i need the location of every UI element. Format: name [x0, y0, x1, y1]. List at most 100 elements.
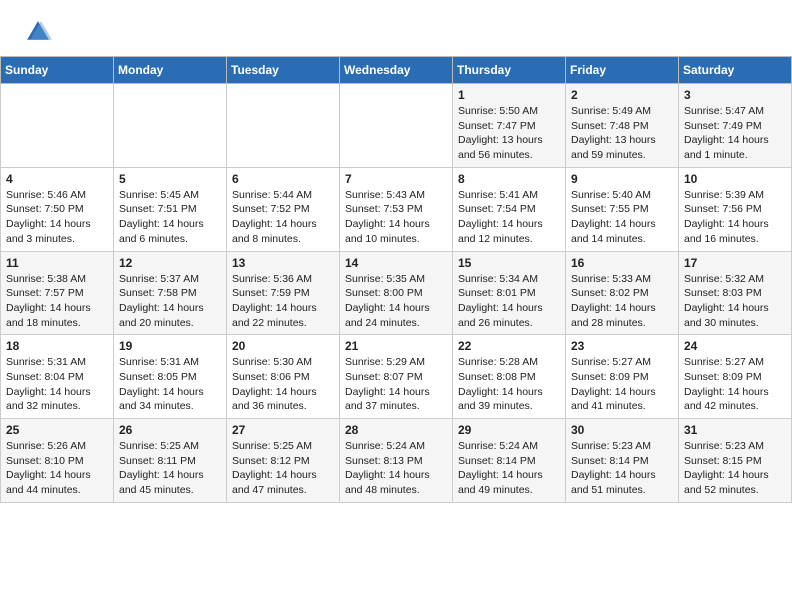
day-number: 29 — [458, 423, 560, 437]
calendar-cell: 22 Sunrise: 5:28 AM Sunset: 8:08 PM Dayli… — [453, 335, 566, 419]
day-info: Sunrise: 5:23 AM Sunset: 8:14 PM Dayligh… — [571, 439, 673, 498]
calendar-week-row: 11Sunrise: 5:38 AM Sunset: 7:57 PM Dayli… — [1, 251, 792, 335]
calendar-cell: 1 Sunrise: 5:50 AM Sunset: 7:47 PM Daylig… — [453, 84, 566, 168]
day-number: 9 — [571, 172, 673, 186]
day-info: Sunrise: 5:31 AM Sunset: 8:04 PM Dayligh… — [6, 355, 108, 414]
day-info: Sunrise: 5:25 AM Sunset: 8:12 PM Dayligh… — [232, 439, 334, 498]
calendar-cell: 16 Sunrise: 5:33 AM Sunset: 8:02 PM Dayli… — [566, 251, 679, 335]
weekday-header: Friday — [566, 57, 679, 84]
weekday-header: Saturday — [679, 57, 792, 84]
day-number: 19 — [119, 339, 221, 353]
day-number: 18 — [6, 339, 108, 353]
logo-icon — [24, 18, 52, 46]
day-info: Sunrise: 5:40 AM Sunset: 7:55 PM Dayligh… — [571, 188, 673, 247]
day-number: 4 — [6, 172, 108, 186]
day-number: 30 — [571, 423, 673, 437]
day-info: Sunrise: 5:38 AM Sunset: 7:57 PM Dayligh… — [6, 272, 108, 331]
day-info: Sunrise: 5:27 AM Sunset: 8:09 PM Dayligh… — [571, 355, 673, 414]
day-number: 3 — [684, 88, 786, 102]
page-header — [0, 0, 792, 56]
day-number: 16 — [571, 256, 673, 270]
day-number: 24 — [684, 339, 786, 353]
weekday-header: Wednesday — [340, 57, 453, 84]
calendar-cell: 23 Sunrise: 5:27 AM Sunset: 8:09 PM Dayli… — [566, 335, 679, 419]
calendar-cell: 31 Sunrise: 5:23 AM Sunset: 8:15 PM Dayli… — [679, 419, 792, 503]
calendar-cell: 11Sunrise: 5:38 AM Sunset: 7:57 PM Dayli… — [1, 251, 114, 335]
calendar-cell — [227, 84, 340, 168]
day-info: Sunrise: 5:44 AM Sunset: 7:52 PM Dayligh… — [232, 188, 334, 247]
day-info: Sunrise: 5:41 AM Sunset: 7:54 PM Dayligh… — [458, 188, 560, 247]
calendar-cell: 14Sunrise: 5:35 AM Sunset: 8:00 PM Dayli… — [340, 251, 453, 335]
day-info: Sunrise: 5:24 AM Sunset: 8:13 PM Dayligh… — [345, 439, 447, 498]
calendar-week-row: 25 Sunrise: 5:26 AM Sunset: 8:10 PM Dayli… — [1, 419, 792, 503]
calendar-table: SundayMondayTuesdayWednesdayThursdayFrid… — [0, 56, 792, 503]
day-number: 6 — [232, 172, 334, 186]
day-info: Sunrise: 5:27 AM Sunset: 8:09 PM Dayligh… — [684, 355, 786, 414]
weekday-header-row: SundayMondayTuesdayWednesdayThursdayFrid… — [1, 57, 792, 84]
day-number: 25 — [6, 423, 108, 437]
day-number: 14 — [345, 256, 447, 270]
day-info: Sunrise: 5:33 AM Sunset: 8:02 PM Dayligh… — [571, 272, 673, 331]
day-number: 2 — [571, 88, 673, 102]
calendar-cell: 25 Sunrise: 5:26 AM Sunset: 8:10 PM Dayli… — [1, 419, 114, 503]
calendar-cell: 28 Sunrise: 5:24 AM Sunset: 8:13 PM Dayli… — [340, 419, 453, 503]
calendar-cell: 3 Sunrise: 5:47 AM Sunset: 7:49 PM Daylig… — [679, 84, 792, 168]
day-number: 23 — [571, 339, 673, 353]
weekday-header: Monday — [114, 57, 227, 84]
calendar-cell: 5 Sunrise: 5:45 AM Sunset: 7:51 PM Daylig… — [114, 167, 227, 251]
day-number: 12 — [119, 256, 221, 270]
day-info: Sunrise: 5:39 AM Sunset: 7:56 PM Dayligh… — [684, 188, 786, 247]
day-info: Sunrise: 5:25 AM Sunset: 8:11 PM Dayligh… — [119, 439, 221, 498]
day-number: 28 — [345, 423, 447, 437]
day-info: Sunrise: 5:31 AM Sunset: 8:05 PM Dayligh… — [119, 355, 221, 414]
day-info: Sunrise: 5:26 AM Sunset: 8:10 PM Dayligh… — [6, 439, 108, 498]
day-info: Sunrise: 5:50 AM Sunset: 7:47 PM Dayligh… — [458, 104, 560, 163]
calendar-cell: 7Sunrise: 5:43 AM Sunset: 7:53 PM Daylig… — [340, 167, 453, 251]
day-info: Sunrise: 5:32 AM Sunset: 8:03 PM Dayligh… — [684, 272, 786, 331]
day-info: Sunrise: 5:37 AM Sunset: 7:58 PM Dayligh… — [119, 272, 221, 331]
day-info: Sunrise: 5:28 AM Sunset: 8:08 PM Dayligh… — [458, 355, 560, 414]
calendar-cell: 17 Sunrise: 5:32 AM Sunset: 8:03 PM Dayli… — [679, 251, 792, 335]
day-number: 27 — [232, 423, 334, 437]
day-number: 5 — [119, 172, 221, 186]
calendar-cell: 21Sunrise: 5:29 AM Sunset: 8:07 PM Dayli… — [340, 335, 453, 419]
calendar-cell: 13Sunrise: 5:36 AM Sunset: 7:59 PM Dayli… — [227, 251, 340, 335]
day-info: Sunrise: 5:24 AM Sunset: 8:14 PM Dayligh… — [458, 439, 560, 498]
day-info: Sunrise: 5:34 AM Sunset: 8:01 PM Dayligh… — [458, 272, 560, 331]
day-number: 31 — [684, 423, 786, 437]
calendar-cell: 20Sunrise: 5:30 AM Sunset: 8:06 PM Dayli… — [227, 335, 340, 419]
day-number: 15 — [458, 256, 560, 270]
day-info: Sunrise: 5:29 AM Sunset: 8:07 PM Dayligh… — [345, 355, 447, 414]
calendar-cell: 30 Sunrise: 5:23 AM Sunset: 8:14 PM Dayli… — [566, 419, 679, 503]
calendar-cell: 8Sunrise: 5:41 AM Sunset: 7:54 PM Daylig… — [453, 167, 566, 251]
calendar-cell: 4 Sunrise: 5:46 AM Sunset: 7:50 PM Daylig… — [1, 167, 114, 251]
day-info: Sunrise: 5:43 AM Sunset: 7:53 PM Dayligh… — [345, 188, 447, 247]
day-info: Sunrise: 5:49 AM Sunset: 7:48 PM Dayligh… — [571, 104, 673, 163]
calendar-cell: 27 Sunrise: 5:25 AM Sunset: 8:12 PM Dayli… — [227, 419, 340, 503]
day-info: Sunrise: 5:46 AM Sunset: 7:50 PM Dayligh… — [6, 188, 108, 247]
day-number: 20 — [232, 339, 334, 353]
calendar-cell: 10 Sunrise: 5:39 AM Sunset: 7:56 PM Dayli… — [679, 167, 792, 251]
day-number: 17 — [684, 256, 786, 270]
day-info: Sunrise: 5:45 AM Sunset: 7:51 PM Dayligh… — [119, 188, 221, 247]
calendar-cell — [114, 84, 227, 168]
calendar-cell — [1, 84, 114, 168]
day-info: Sunrise: 5:23 AM Sunset: 8:15 PM Dayligh… — [684, 439, 786, 498]
calendar-cell: 18 Sunrise: 5:31 AM Sunset: 8:04 PM Dayli… — [1, 335, 114, 419]
day-number: 1 — [458, 88, 560, 102]
day-number: 10 — [684, 172, 786, 186]
weekday-header: Tuesday — [227, 57, 340, 84]
day-number: 22 — [458, 339, 560, 353]
calendar-cell: 19 Sunrise: 5:31 AM Sunset: 8:05 PM Dayli… — [114, 335, 227, 419]
calendar-cell: 24 Sunrise: 5:27 AM Sunset: 8:09 PM Dayli… — [679, 335, 792, 419]
calendar-cell: 12 Sunrise: 5:37 AM Sunset: 7:58 PM Dayli… — [114, 251, 227, 335]
weekday-header: Sunday — [1, 57, 114, 84]
calendar-week-row: 4 Sunrise: 5:46 AM Sunset: 7:50 PM Daylig… — [1, 167, 792, 251]
calendar-cell — [340, 84, 453, 168]
calendar-cell: 26Sunrise: 5:25 AM Sunset: 8:11 PM Dayli… — [114, 419, 227, 503]
calendar-week-row: 18 Sunrise: 5:31 AM Sunset: 8:04 PM Dayli… — [1, 335, 792, 419]
weekday-header: Thursday — [453, 57, 566, 84]
day-number: 13 — [232, 256, 334, 270]
day-info: Sunrise: 5:47 AM Sunset: 7:49 PM Dayligh… — [684, 104, 786, 163]
calendar-cell: 29 Sunrise: 5:24 AM Sunset: 8:14 PM Dayli… — [453, 419, 566, 503]
